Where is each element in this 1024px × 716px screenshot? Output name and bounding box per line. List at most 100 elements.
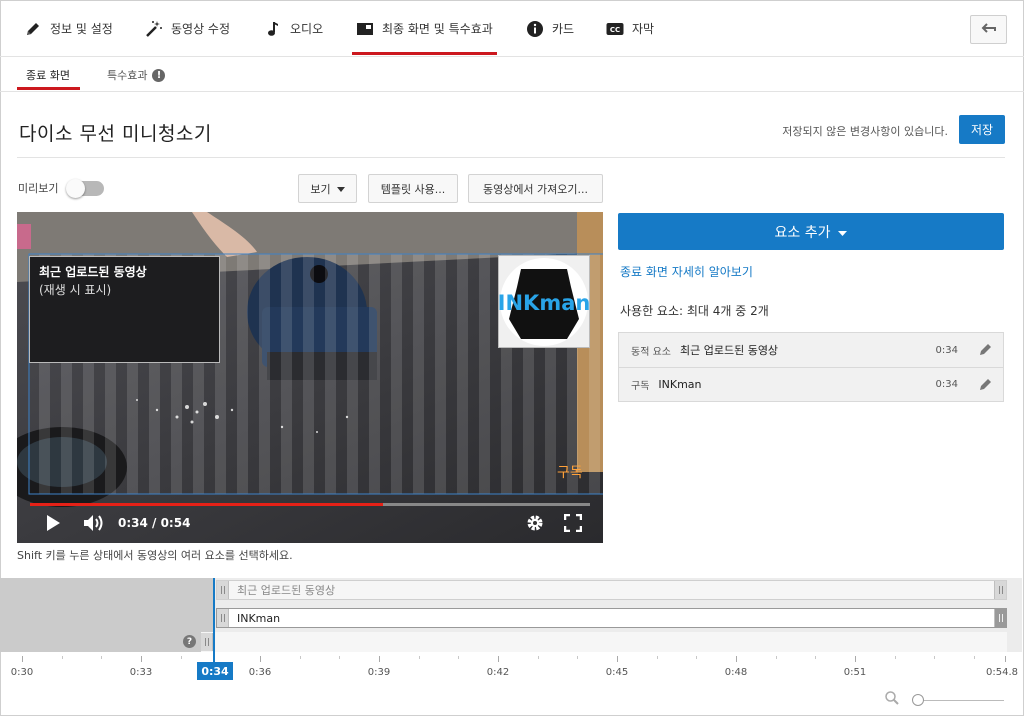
player-controls: 0:34 / 0:54 xyxy=(17,510,603,543)
progress-fill xyxy=(30,503,383,506)
element-name: 최근 업로드된 동영상 xyxy=(679,344,779,357)
track-label: 최근 업로드된 동영상 xyxy=(237,584,336,597)
volume-icon[interactable] xyxy=(83,514,105,535)
tab-audio[interactable]: 오디오 xyxy=(264,0,323,57)
ruler-tick xyxy=(617,656,618,662)
tab-video-edit[interactable]: 동영상 수정 xyxy=(145,0,230,57)
svg-text:CC: CC xyxy=(610,26,620,34)
subtab-end-screen[interactable]: 종료 화면 xyxy=(17,58,80,92)
end-screen-icon xyxy=(356,20,374,38)
channel-logo: INKman xyxy=(499,257,589,346)
tab-info-settings[interactable]: 정보 및 설정 xyxy=(24,0,113,57)
add-element-button[interactable]: 요소 추가 xyxy=(618,213,1004,250)
ruler-tick xyxy=(736,656,737,662)
toggle-knob xyxy=(66,179,85,198)
pencil-icon[interactable] xyxy=(979,342,993,359)
ruler-label: 0:39 xyxy=(367,667,391,678)
ruler-tick xyxy=(379,656,380,662)
back-arrow-icon xyxy=(981,22,997,37)
learn-more-link[interactable]: 종료 화면 자세히 알아보기 xyxy=(620,263,753,280)
time-display: 0:34 / 0:54 xyxy=(118,516,191,530)
drag-handle[interactable] xyxy=(217,581,229,599)
ruler-label: 0:36 xyxy=(248,667,272,678)
tab-label: 동영상 수정 xyxy=(171,22,231,36)
ruler-label: 0:48 xyxy=(724,667,748,678)
playhead-time[interactable]: 0:34 xyxy=(197,662,233,680)
pencil-icon[interactable] xyxy=(979,377,993,394)
divider xyxy=(17,157,1005,158)
subtab-label: 특수효과 xyxy=(107,69,148,82)
use-template-button[interactable]: 템플릿 사용... xyxy=(368,174,458,203)
ruler-minor-tick xyxy=(101,656,102,659)
ruler-minor-tick xyxy=(776,656,777,659)
tab-cards[interactable]: 카드 xyxy=(526,0,574,57)
preview-toggle[interactable] xyxy=(66,179,104,198)
ruler-tick xyxy=(141,656,142,662)
ruler-minor-tick xyxy=(895,656,896,659)
tab-subtitles[interactable]: CC 자막 xyxy=(606,0,654,57)
elements-used: 사용한 요소: 최대 4개 중 2개 xyxy=(620,304,769,318)
timeline-empty-track[interactable] xyxy=(201,632,1007,652)
element-time: 0:34 xyxy=(935,379,958,390)
zoom-slider[interactable] xyxy=(918,700,1004,701)
help-icon[interactable]: ? xyxy=(183,635,196,648)
ruler-minor-tick xyxy=(62,656,63,659)
ruler-minor-tick xyxy=(696,656,697,659)
svg-text:INKman: INKman xyxy=(499,291,589,315)
drag-handle[interactable] xyxy=(217,609,229,627)
save-button[interactable]: 저장 xyxy=(959,115,1005,144)
ruler-tick xyxy=(1005,656,1006,662)
tab-label: 최종 화면 및 특수효과 xyxy=(382,22,493,36)
progress-bar[interactable] xyxy=(30,503,590,506)
zoom-slider-knob[interactable] xyxy=(912,694,924,706)
ruler-label: 0:42 xyxy=(486,667,510,678)
page-title: 다이소 무선 미니청소기 xyxy=(19,123,212,145)
cc-icon: CC xyxy=(606,20,624,38)
music-note-icon xyxy=(264,20,282,38)
preview-label: 미리보기 xyxy=(18,182,59,195)
tab-end-screen[interactable]: 최종 화면 및 특수효과 xyxy=(352,0,497,57)
drag-handle[interactable] xyxy=(994,581,1006,599)
video-preview[interactable]: 구독 최근 업로드된 동영상 (재생 시 표시) INKman 0:34 / 0… xyxy=(17,212,603,543)
timeline-ruler: 0:30 0:33 0:36 0:39 0:42 0:45 0:48 0:51 … xyxy=(0,652,1024,682)
list-item[interactable]: 구독 INKman 0:34 xyxy=(619,367,1003,401)
top-nav: 정보 및 설정 동영상 수정 오디오 최종 화면 및 특수효과 카드 CC 자막 xyxy=(0,0,1024,57)
back-button[interactable] xyxy=(970,15,1007,44)
recent-video-element[interactable]: 최근 업로드된 동영상 (재생 시 표시) xyxy=(29,256,220,363)
ruler-tick xyxy=(855,656,856,662)
drag-handle[interactable] xyxy=(994,609,1006,627)
subtab-effects[interactable]: 특수효과 ! xyxy=(107,58,166,92)
element-list: 동적 요소 최근 업로드된 동영상 0:34 구독 INKman 0:34 xyxy=(618,332,1004,402)
tab-label: 카드 xyxy=(552,22,575,36)
play-icon[interactable] xyxy=(45,514,61,535)
tab-label: 자막 xyxy=(632,22,655,36)
drag-handle[interactable] xyxy=(201,633,213,651)
caret-down-icon xyxy=(838,224,848,240)
subtab-label: 종료 화면 xyxy=(26,69,70,82)
track-label: INKman xyxy=(237,611,281,625)
ruler-minor-tick xyxy=(300,656,301,659)
ruler-minor-tick xyxy=(657,656,658,659)
recent-video-sub: (재생 시 표시) xyxy=(39,283,112,297)
element-time: 0:34 xyxy=(935,344,958,356)
subscribe-element[interactable]: INKman xyxy=(498,255,590,348)
element-type: 구독 xyxy=(631,381,650,392)
settings-gear-icon[interactable] xyxy=(526,514,544,535)
element-type: 동적 요소 xyxy=(631,346,671,358)
sub-nav: 종료 화면 특수효과 ! xyxy=(0,58,1024,92)
list-item[interactable]: 동적 요소 최근 업로드된 동영상 0:34 xyxy=(619,333,1003,367)
caret-down-icon xyxy=(336,182,345,195)
timeline-track-subscribe[interactable]: INKman xyxy=(216,608,1007,628)
timeline-track-recent-video[interactable]: 최근 업로드된 동영상 xyxy=(216,580,1007,600)
playhead[interactable] xyxy=(213,578,215,662)
ruler-label: 0:30 xyxy=(10,667,34,678)
ruler-label: 0:45 xyxy=(605,667,629,678)
import-from-video-button[interactable]: 동영상에서 가져오기... xyxy=(468,174,603,203)
zoom-icon xyxy=(884,690,900,709)
fullscreen-icon[interactable] xyxy=(563,513,583,535)
view-dropdown[interactable]: 보기 xyxy=(298,174,357,203)
magic-wand-icon xyxy=(145,20,163,38)
add-element-label: 요소 추가 xyxy=(774,224,831,241)
ruler-minor-tick xyxy=(458,656,459,659)
ruler-minor-tick xyxy=(974,656,975,659)
